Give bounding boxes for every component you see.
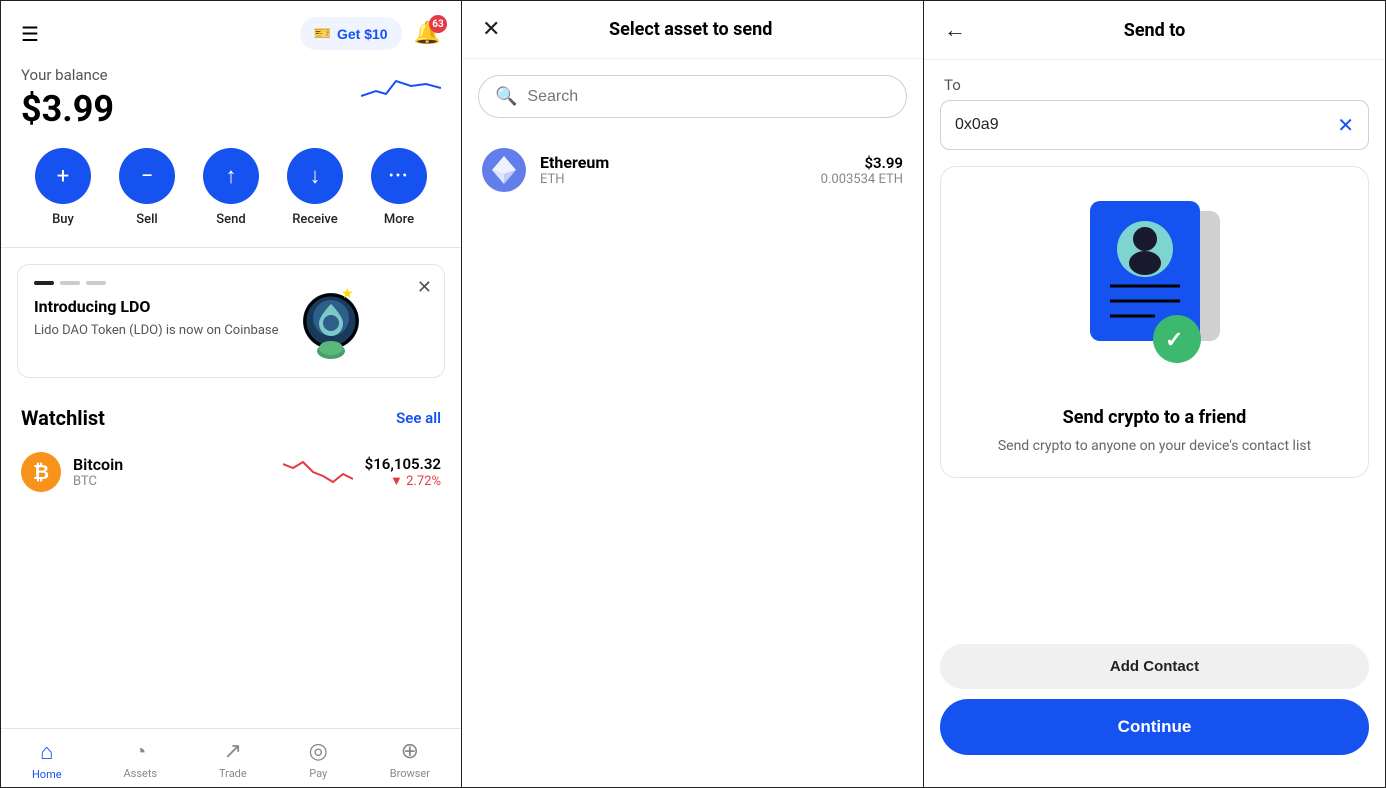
home-icon: ⌂ [40, 739, 53, 765]
search-icon: 🔍 [495, 86, 517, 107]
watchlist-title: Watchlist [21, 406, 105, 430]
to-label: To [924, 60, 1385, 100]
close-button[interactable]: ✕ [482, 17, 500, 42]
receive-icon: ↓ [287, 148, 343, 204]
sell-label: Sell [136, 212, 157, 227]
bitcoin-info: Bitcoin BTC [73, 455, 271, 489]
nav-assets-label: Assets [123, 767, 157, 780]
ethereum-name: Ethereum [540, 153, 807, 172]
promo-title: Introducing LDO [34, 297, 279, 316]
right-spacer [924, 494, 1385, 644]
get-money-button[interactable]: 🎫 Get $10 [300, 17, 402, 50]
bitcoin-chart [283, 454, 353, 490]
nav-assets[interactable]: ◔ Assets [123, 739, 157, 781]
bitcoin-symbol: BTC [73, 474, 271, 489]
bottom-spacer [924, 771, 1385, 787]
header-right: 🎫 Get $10 🔔 63 [300, 17, 441, 50]
see-all-link[interactable]: See all [396, 409, 441, 427]
ethereum-icon [482, 148, 526, 192]
ethereum-asset-row[interactable]: Ethereum ETH $3.99 0.003534 ETH [462, 134, 923, 206]
watchlist-header: Watchlist See all [1, 394, 461, 438]
trade-icon: ↗ [224, 739, 242, 764]
bottom-nav: ⌂ Home ◔ Assets ↗ Trade ◎ Pay ⊕ Browser [1, 728, 461, 787]
sell-icon: − [119, 148, 175, 204]
bitcoin-change: ▼ 2.72% [365, 473, 441, 489]
friend-illustration: ✓ [1065, 191, 1245, 391]
ethereum-eth: 0.003534 ETH [821, 172, 903, 187]
promo-dots [34, 281, 279, 285]
left-panel: ☰ 🎫 Get $10 🔔 63 Your balance $3.99 + Bu… [0, 0, 462, 788]
right-panel: ← Send to To ✕ [924, 0, 1386, 788]
bitcoin-price: $16,105.32 [365, 455, 441, 473]
nav-home-label: Home [32, 768, 62, 781]
add-contact-button[interactable]: Add Contact [940, 644, 1369, 689]
nav-pay[interactable]: ◎ Pay [309, 739, 328, 781]
mid-title: Select asset to send [500, 19, 881, 40]
clear-address-button[interactable]: ✕ [1337, 113, 1354, 137]
browser-icon: ⊕ [401, 739, 419, 764]
mid-header: ✕ Select asset to send [462, 1, 923, 59]
spacer [1, 506, 461, 728]
receive-label: Receive [292, 212, 338, 227]
back-button[interactable]: ← [944, 17, 966, 43]
dot-2 [60, 281, 80, 285]
balance-chart [361, 66, 441, 110]
friend-card-title: Send crypto to a friend [1063, 407, 1247, 428]
bitcoin-icon: ₿ [21, 452, 61, 492]
promo-card: Introducing LDO Lido DAO Token (LDO) is … [17, 264, 445, 378]
divider-1 [1, 247, 461, 248]
buy-icon: + [35, 148, 91, 204]
left-header: ☰ 🎫 Get $10 🔔 63 [1, 1, 461, 66]
receive-action[interactable]: ↓ Receive [287, 148, 343, 227]
ethereum-price-col: $3.99 0.003534 ETH [821, 154, 903, 187]
right-header: ← Send to [924, 1, 1385, 60]
ethereum-usd: $3.99 [821, 154, 903, 172]
buy-label: Buy [52, 212, 74, 227]
mid-panel: ✕ Select asset to send 🔍 Ethereum ETH $3… [462, 0, 924, 788]
friend-card: ✓ Send crypto to a friend Send crypto to… [940, 166, 1369, 478]
promo-image: ★ [291, 281, 371, 361]
more-label: More [384, 212, 414, 227]
promo-close-button[interactable]: ✕ [417, 277, 432, 298]
menu-icon[interactable]: ☰ [21, 22, 39, 46]
promo-desc: Lido DAO Token (LDO) is now on Coinbase [34, 322, 279, 340]
svg-text:★: ★ [341, 286, 354, 302]
bitcoin-row[interactable]: ₿ Bitcoin BTC $16,105.32 ▼ 2.72% [1, 438, 461, 506]
nav-home[interactable]: ⌂ Home [32, 739, 62, 781]
address-input-wrap[interactable]: ✕ [940, 100, 1369, 150]
address-input[interactable] [955, 116, 1337, 134]
search-bar[interactable]: 🔍 [478, 75, 907, 118]
bitcoin-price-col: $16,105.32 ▼ 2.72% [365, 455, 441, 489]
nav-trade-label: Trade [219, 767, 247, 780]
nav-browser-label: Browser [390, 767, 430, 780]
friend-card-desc: Send crypto to anyone on your device's c… [998, 436, 1311, 457]
dot-active [34, 281, 54, 285]
assets-icon: ◔ [134, 739, 146, 764]
right-title: Send to [966, 20, 1343, 41]
send-action[interactable]: ↑ Send [203, 148, 259, 227]
send-label: Send [216, 212, 245, 227]
more-icon: ••• [371, 148, 427, 204]
balance-section: Your balance $3.99 [1, 66, 461, 140]
gift-icon: 🎫 [314, 25, 331, 42]
pay-icon: ◎ [309, 739, 328, 764]
actions-row: + Buy − Sell ↑ Send ↓ Receive ••• More [1, 140, 461, 247]
nav-browser[interactable]: ⊕ Browser [390, 739, 430, 781]
notification-bell[interactable]: 🔔 63 [414, 21, 441, 46]
dot-3 [86, 281, 106, 285]
notification-badge: 63 [429, 15, 447, 33]
send-icon: ↑ [203, 148, 259, 204]
bitcoin-name: Bitcoin [73, 455, 271, 474]
nav-pay-label: Pay [309, 767, 327, 780]
buy-action[interactable]: + Buy [35, 148, 91, 227]
ethereum-info: Ethereum ETH [540, 153, 807, 187]
search-input[interactable] [527, 88, 890, 106]
svg-text:✓: ✓ [1165, 328, 1183, 353]
nav-trade[interactable]: ↗ Trade [219, 739, 247, 781]
continue-button[interactable]: Continue [940, 699, 1369, 755]
more-action[interactable]: ••• More [371, 148, 427, 227]
sell-action[interactable]: − Sell [119, 148, 175, 227]
ethereum-symbol: ETH [540, 172, 807, 187]
